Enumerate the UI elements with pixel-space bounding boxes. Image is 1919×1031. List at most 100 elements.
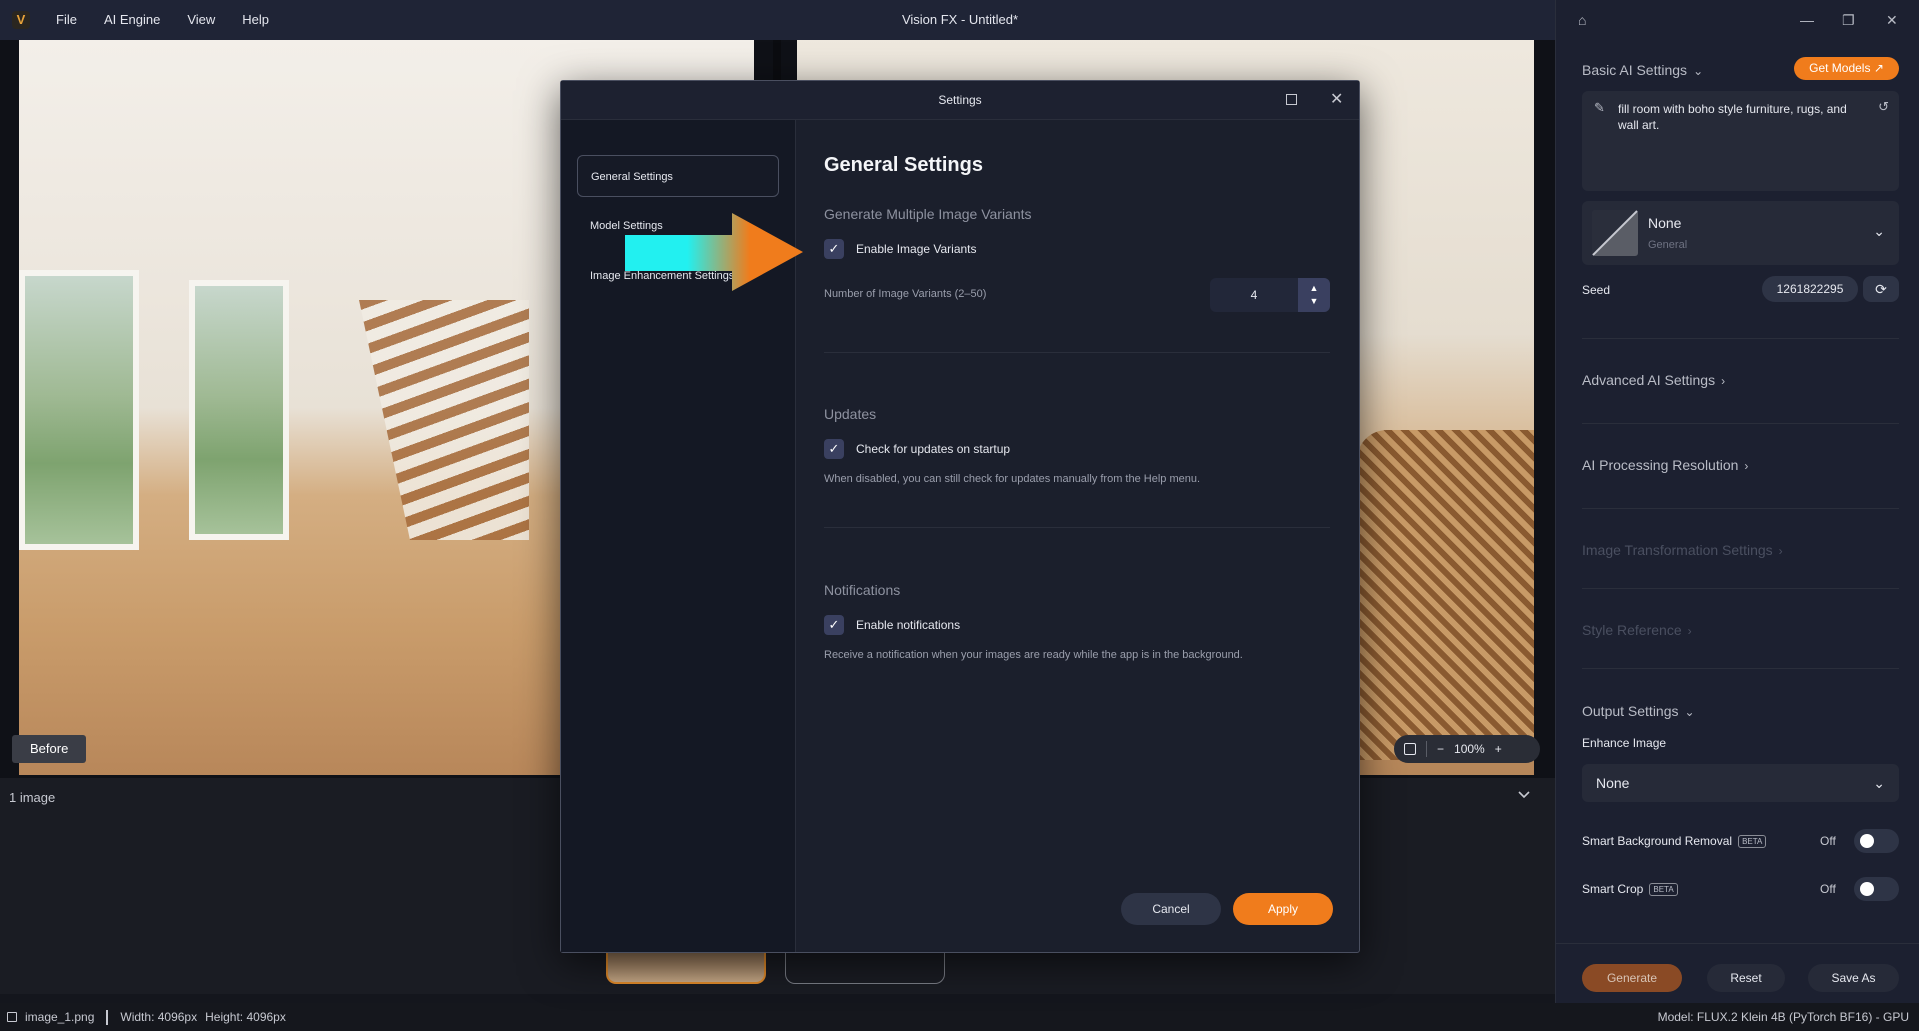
ai-processing-resolution-toggle[interactable]: AI Processing Resolution ›: [1582, 457, 1748, 473]
chevron-down-icon: ⌄: [1873, 223, 1885, 239]
model-name: None: [1648, 215, 1682, 231]
enhance-image-value: None: [1596, 775, 1630, 791]
status-width: Width: 4096px: [120, 1010, 198, 1024]
close-icon[interactable]: ✕: [1330, 89, 1343, 109]
enable-notifications-checkbox[interactable]: ✓: [824, 615, 844, 635]
smart-crop-text: Smart Crop: [1582, 882, 1644, 896]
staircase-shape: [359, 300, 529, 540]
enable-variants-label: Enable Image Variants: [856, 242, 977, 256]
prompt-text: fill room with boho style furniture, rug…: [1618, 102, 1847, 132]
apply-button[interactable]: Apply: [1233, 893, 1333, 925]
chevron-right-icon: ›: [1687, 624, 1692, 638]
cancel-button[interactable]: Cancel: [1121, 893, 1221, 925]
image-transformation-settings-toggle: Image Transformation Settings ›: [1582, 542, 1783, 558]
check-updates-row: ✓ Check for updates on startup: [824, 439, 1010, 459]
window-shape: [189, 280, 289, 540]
dialog-title-bar: Settings ✕: [561, 81, 1359, 120]
ai-processing-resolution-title: AI Processing Resolution: [1582, 457, 1739, 473]
window-title: Vision FX - Untitled*: [901, 12, 1019, 27]
basic-ai-settings-toggle[interactable]: Basic AI Settings ⌄: [1582, 62, 1703, 78]
image-transformation-settings-title: Image Transformation Settings: [1582, 542, 1773, 558]
toggle-state: Off: [1820, 882, 1836, 896]
refresh-icon[interactable]: ⟳: [1863, 276, 1899, 302]
menu-file[interactable]: File: [56, 0, 77, 40]
zoom-level: 100%: [1454, 742, 1485, 756]
enhance-image-label: Enhance Image: [1582, 736, 1667, 750]
model-category: General: [1648, 239, 1688, 251]
seed-input[interactable]: 1261822295: [1762, 276, 1858, 302]
section-divider: [824, 352, 1330, 353]
close-icon[interactable]: ✕: [1886, 12, 1898, 29]
variants-group-title: Generate Multiple Image Variants: [824, 206, 1032, 222]
status-model: Model: FLUX.2 Klein 4B (PyTorch BF16) - …: [1657, 1010, 1909, 1024]
before-label: Before: [12, 735, 87, 763]
file-icon: [7, 1012, 17, 1022]
pencil-icon: ✎: [1594, 100, 1605, 115]
section-divider: [1582, 668, 1899, 669]
action-bar: Generate Reset Save As: [1556, 943, 1919, 1003]
chevron-down-icon[interactable]: [1517, 788, 1531, 802]
settings-dialog: Settings ✕ General Settings Model Settin…: [560, 80, 1360, 953]
chevron-right-icon: ›: [1778, 544, 1783, 558]
model-selector[interactable]: None General ⌄: [1582, 201, 1899, 265]
reset-button[interactable]: Reset: [1707, 964, 1785, 992]
advanced-ai-settings-toggle[interactable]: Advanced AI Settings ›: [1582, 372, 1725, 388]
enable-notifications-label: Enable notifications: [856, 618, 961, 632]
maximize-icon[interactable]: [1286, 94, 1297, 105]
smart-crop-toggle[interactable]: [1854, 877, 1899, 901]
title-bar: V File AI Engine View Help Vision FX - U…: [0, 0, 1555, 40]
check-updates-label: Check for updates on startup: [856, 442, 1011, 456]
section-divider: [1582, 423, 1899, 424]
output-settings-toggle[interactable]: Output Settings ⌄: [1582, 703, 1695, 719]
chevron-down-icon: ⌄: [1873, 775, 1885, 791]
smart-background-removal-toggle[interactable]: [1854, 829, 1899, 853]
minimize-icon[interactable]: —: [1800, 12, 1814, 28]
app-logo: V: [12, 11, 30, 29]
section-divider: [1582, 338, 1899, 339]
generate-button[interactable]: Generate: [1582, 964, 1682, 992]
app-window: V File AI Engine View Help Vision FX - U…: [0, 0, 1919, 1031]
settings-content: General Settings Generate Multiple Image…: [796, 120, 1359, 952]
thumbnail[interactable]: [785, 950, 945, 984]
fit-screen-icon[interactable]: [1404, 743, 1416, 755]
zoom-controls: − 100% +: [1394, 735, 1540, 763]
thumbnail-selected[interactable]: [606, 950, 766, 984]
get-models-button[interactable]: Get Models ↗: [1794, 57, 1899, 80]
smart-background-removal-text: Smart Background Removal: [1582, 834, 1733, 848]
nav-general-settings[interactable]: General Settings: [577, 155, 779, 197]
page-title: General Settings: [824, 154, 983, 176]
enhance-image-select[interactable]: None ⌄: [1582, 764, 1899, 802]
zoom-out-button[interactable]: −: [1437, 742, 1444, 756]
check-updates-checkbox[interactable]: ✓: [824, 439, 844, 459]
smart-crop-row: Smart Crop BETA Off: [1582, 877, 1899, 901]
zoom-in-button[interactable]: +: [1495, 742, 1502, 756]
smart-background-removal-row: Smart Background Removal BETA Off: [1582, 829, 1899, 853]
variants-count-stepper: 4 ▲ ▼: [1210, 278, 1330, 312]
history-icon[interactable]: ↺: [1878, 99, 1889, 115]
dialog-title: Settings: [938, 93, 982, 107]
style-reference-toggle: Style Reference ›: [1582, 622, 1692, 638]
toggle-state: Off: [1820, 834, 1836, 848]
menu-bar: File AI Engine View Help: [56, 0, 296, 40]
variants-count-input[interactable]: 4: [1210, 278, 1298, 312]
save-as-button[interactable]: Save As: [1808, 964, 1899, 992]
get-models-label: Get Models: [1809, 61, 1871, 75]
updates-help-text: When disabled, you can still check for u…: [824, 473, 1201, 485]
menu-help[interactable]: Help: [242, 0, 269, 40]
status-height: Height: 4096px: [205, 1010, 286, 1024]
rattan-chair-shape: [1357, 430, 1534, 760]
restore-icon[interactable]: ❐: [1842, 12, 1855, 29]
stepper-arrows-icon[interactable]: ▲ ▼: [1298, 278, 1330, 312]
panel-title-bar: ⌂ — ❐ ✕: [1556, 0, 1919, 40]
menu-view[interactable]: View: [187, 0, 215, 40]
right-settings-panel: ⌂ — ❐ ✕ Basic AI Settings ⌄ Get Models ↗ …: [1555, 0, 1919, 1003]
external-link-icon: ↗: [1873, 61, 1884, 75]
prompt-input[interactable]: ✎ fill room with boho style furniture, r…: [1582, 91, 1899, 191]
smart-crop-label: Smart Crop BETA: [1582, 882, 1678, 896]
status-separator: [106, 1009, 109, 1025]
zoom-separator: [1426, 741, 1427, 757]
menu-ai-engine[interactable]: AI Engine: [104, 0, 160, 40]
graduation-cap-icon[interactable]: ⌂: [1578, 12, 1586, 28]
beta-badge: BETA: [1649, 883, 1678, 896]
enable-variants-checkbox[interactable]: ✓: [824, 239, 844, 259]
